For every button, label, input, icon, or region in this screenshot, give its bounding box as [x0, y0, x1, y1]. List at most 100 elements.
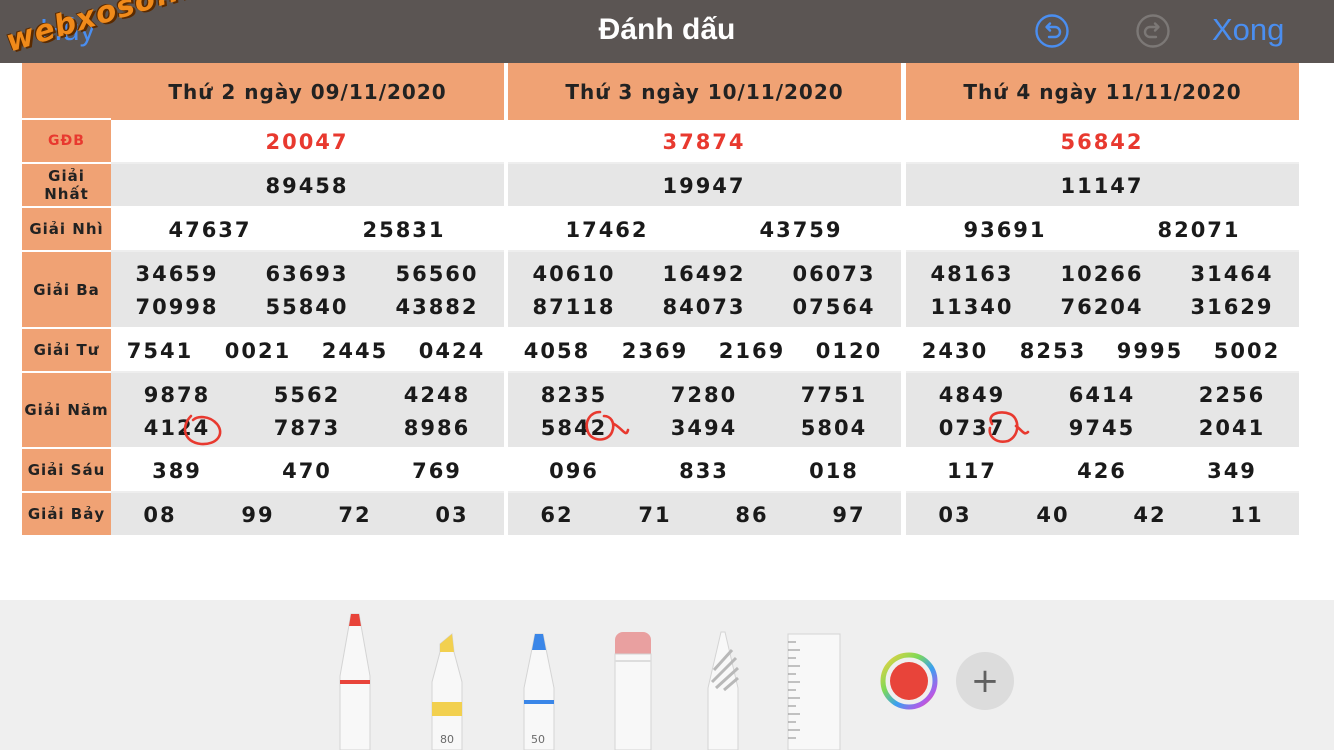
special-prize-number: 20047 [265, 130, 349, 154]
third-prize-number: 56560 [395, 262, 479, 286]
special-prize-number: 37874 [662, 130, 746, 154]
label-second-prize: Giải Nhì [22, 208, 111, 252]
seventh-prize-number: 99 [241, 503, 275, 527]
red-circle-annotation [585, 410, 630, 441]
third-prize-number: 10266 [1060, 262, 1144, 286]
third-prize-number: 07564 [792, 295, 876, 319]
markup-top-bar: Hủy Đánh dấu Xong [0, 0, 1334, 63]
third-prize-number: 40610 [532, 262, 616, 286]
markup-toolbar [0, 600, 1334, 750]
fifth-prize-number: 5804 [800, 416, 868, 440]
fourth-prize-number: 5002 [1213, 339, 1281, 363]
fourth-prize-number: 0021 [224, 339, 292, 363]
first-prize-row: 19947 [508, 164, 901, 208]
special-prize-row: 37874 [508, 120, 901, 164]
ruler-tool[interactable] [786, 632, 842, 750]
label-fifth-prize: Giải Năm [22, 373, 111, 449]
seventh-prize-number: 40 [1036, 503, 1070, 527]
day-header: Thứ 2 ngày 09/11/2020 [111, 63, 504, 120]
special-prize-row: 20047 [111, 120, 504, 164]
second-prize-number: 43759 [759, 218, 843, 242]
seventh-prize-row: 08 99 72 03 [111, 493, 504, 537]
marker-tool[interactable] [426, 630, 468, 750]
third-prize-row: 34659 63693 56560 70998 55840 43882 [111, 252, 504, 329]
fifth-prize-number: 3494 [670, 416, 738, 440]
second-prize-row: 93691 82071 [906, 208, 1299, 252]
marker-width-label: 80 [440, 733, 454, 746]
third-prize-number: 76204 [1060, 295, 1144, 319]
fourth-prize-number: 0120 [815, 339, 883, 363]
fifth-prize-row: 9878 5562 4248 4124 7873 8986 [111, 373, 504, 449]
label-special-prize: GĐB [22, 120, 111, 164]
third-prize-number: 55840 [265, 295, 349, 319]
fourth-prize-row: 7541 0021 2445 0424 [111, 329, 504, 373]
sixth-prize-row: 389 470 769 [111, 449, 504, 493]
sixth-prize-number: 389 [152, 459, 202, 483]
fifth-prize-number: 7873 [273, 416, 341, 440]
fifth-prize-number: 7751 [800, 383, 868, 407]
fifth-prize-row: 4849 6414 2256 0737 9745 2041 [906, 373, 1299, 449]
markup-screen: Hủy Đánh dấu Xong GĐB Giải Nhất Giải Nhì… [0, 0, 1334, 750]
pencil-tool[interactable] [518, 630, 560, 750]
label-sixth-prize: Giải Sáu [22, 449, 111, 493]
sixth-prize-number: 426 [1077, 459, 1127, 483]
day-header: Thứ 4 ngày 11/11/2020 [906, 63, 1299, 120]
sixth-prize-number: 117 [947, 459, 997, 483]
label-fourth-prize: Giải Tư [22, 329, 111, 373]
third-prize-number: 16492 [662, 262, 746, 286]
fourth-prize-number: 9995 [1116, 339, 1184, 363]
add-button[interactable]: + [956, 652, 1014, 710]
done-button[interactable]: Xong [1212, 12, 1284, 48]
second-prize-number: 47637 [168, 218, 252, 242]
pen-width-label: 50 [531, 733, 545, 746]
lottery-results-table: GĐB Giải Nhất Giải Nhì Giải Ba Giải Tư G… [22, 63, 1300, 537]
first-prize-number: 19947 [662, 174, 746, 198]
seventh-prize-number: 62 [540, 503, 574, 527]
third-prize-row: 40610 16492 06073 87118 84073 07564 [508, 252, 901, 329]
third-prize-number: 06073 [792, 262, 876, 286]
special-prize-row: 56842 [906, 120, 1299, 164]
seventh-prize-number: 71 [638, 503, 672, 527]
seventh-prize-number: 08 [143, 503, 177, 527]
color-picker-button[interactable] [880, 652, 938, 710]
third-prize-number: 63693 [265, 262, 349, 286]
first-prize-row: 89458 [111, 164, 504, 208]
fourth-prize-number: 2430 [921, 339, 989, 363]
undo-icon[interactable] [1034, 13, 1070, 49]
second-prize-number: 93691 [963, 218, 1047, 242]
sixth-prize-number: 769 [412, 459, 462, 483]
seventh-prize-number: 03 [435, 503, 469, 527]
fifth-prize-number: 4248 [403, 383, 471, 407]
first-prize-number: 89458 [265, 174, 349, 198]
seventh-prize-number: 97 [832, 503, 866, 527]
fifth-prize-row: 8235 7280 7751 5842 3494 5804 [508, 373, 901, 449]
lasso-tool[interactable] [702, 630, 744, 750]
fifth-prize-number: 8986 [403, 416, 471, 440]
third-prize-number: 31629 [1190, 295, 1274, 319]
second-prize-number: 25831 [362, 218, 446, 242]
fifth-prize-number: 2256 [1198, 383, 1266, 407]
pen-tool[interactable] [334, 610, 376, 750]
third-prize-number: 84073 [662, 295, 746, 319]
fourth-prize-number: 0424 [418, 339, 486, 363]
label-third-prize: Giải Ba [22, 252, 111, 329]
second-prize-row: 17462 43759 [508, 208, 901, 252]
fourth-prize-row: 2430 8253 9995 5002 [906, 329, 1299, 373]
fourth-prize-number: 7541 [126, 339, 194, 363]
sixth-prize-number: 470 [282, 459, 332, 483]
fourth-prize-number: 2445 [321, 339, 389, 363]
fifth-prize-number: 4849 [938, 383, 1006, 407]
fifth-prize-number: 6414 [1068, 383, 1136, 407]
seventh-prize-number: 11 [1230, 503, 1264, 527]
sixth-prize-number: 096 [549, 459, 599, 483]
fifth-prize-number: 2041 [1198, 416, 1266, 440]
third-prize-number: 87118 [532, 295, 616, 319]
fifth-prize-number: 9745 [1068, 416, 1136, 440]
redo-icon[interactable] [1135, 13, 1171, 49]
fourth-prize-number: 2169 [718, 339, 786, 363]
seventh-prize-number: 72 [338, 503, 372, 527]
eraser-tool[interactable] [612, 630, 654, 750]
seventh-prize-number: 03 [938, 503, 972, 527]
third-prize-number: 34659 [135, 262, 219, 286]
third-prize-row: 48163 10266 31464 11340 76204 31629 [906, 252, 1299, 329]
